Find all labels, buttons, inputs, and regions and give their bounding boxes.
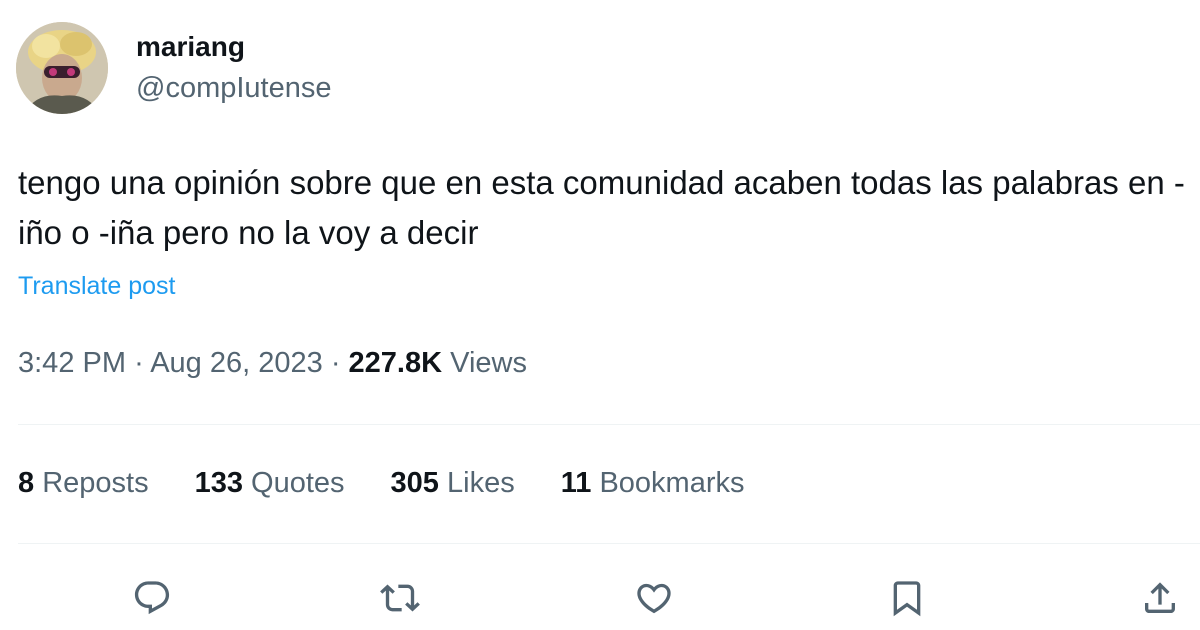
stat-quotes[interactable]: 133 Quotes	[195, 463, 345, 503]
heart-icon	[637, 583, 671, 614]
post-date[interactable]: Aug 26, 2023	[150, 347, 323, 379]
post-time[interactable]: 3:42 PM	[18, 347, 126, 379]
post-text: tengo una opinión sobre que en esta comu…	[18, 164, 1185, 251]
share-button[interactable]	[1136, 574, 1184, 622]
repost-icon	[380, 584, 420, 612]
author-names: mariang @compIutense	[136, 30, 331, 106]
action-bar	[0, 574, 1200, 622]
meta-separator: ·	[330, 347, 341, 379]
stat-count: 305	[390, 467, 439, 499]
stat-count: 8	[18, 467, 35, 499]
post-meta: 3:42 PM · Aug 26, 2023 · 227.8K Views	[18, 344, 527, 382]
divider	[18, 424, 1200, 425]
repost-button[interactable]	[376, 574, 424, 622]
views-count: 227.8K	[348, 347, 443, 379]
meta-separator: ·	[134, 347, 144, 379]
reply-icon	[134, 581, 170, 615]
bookmark-icon	[893, 581, 921, 617]
translate-post-link[interactable]: Translate post	[18, 270, 175, 302]
like-button[interactable]	[630, 574, 678, 622]
stat-label: Likes	[447, 467, 515, 499]
stat-count: 11	[560, 467, 592, 499]
stat-likes[interactable]: 305 Likes	[391, 463, 515, 503]
stat-label: Reposts	[42, 467, 149, 499]
post-stats: 8 Reposts 133 Quotes 305 Likes 11 Bookma…	[18, 463, 790, 503]
avatar-image	[16, 22, 108, 114]
display-name[interactable]: mariang	[136, 30, 331, 64]
avatar[interactable]	[16, 22, 108, 114]
stat-count: 133	[194, 467, 243, 499]
stat-reposts[interactable]: 8 Reposts	[18, 463, 149, 503]
user-handle[interactable]: @compIutense	[136, 70, 331, 106]
views-label: Views	[450, 347, 527, 379]
post-header: mariang @compIutense	[16, 22, 331, 114]
divider	[18, 543, 1200, 544]
share-icon	[1145, 582, 1175, 613]
post-card: mariang @compIutense tengo una opinión s…	[0, 0, 1200, 630]
stat-label: Quotes	[251, 467, 345, 499]
reply-button[interactable]	[128, 574, 176, 622]
bookmark-button[interactable]	[883, 574, 931, 622]
stat-label: Bookmarks	[599, 467, 745, 499]
stat-bookmarks[interactable]: 11 Bookmarks	[561, 463, 745, 503]
